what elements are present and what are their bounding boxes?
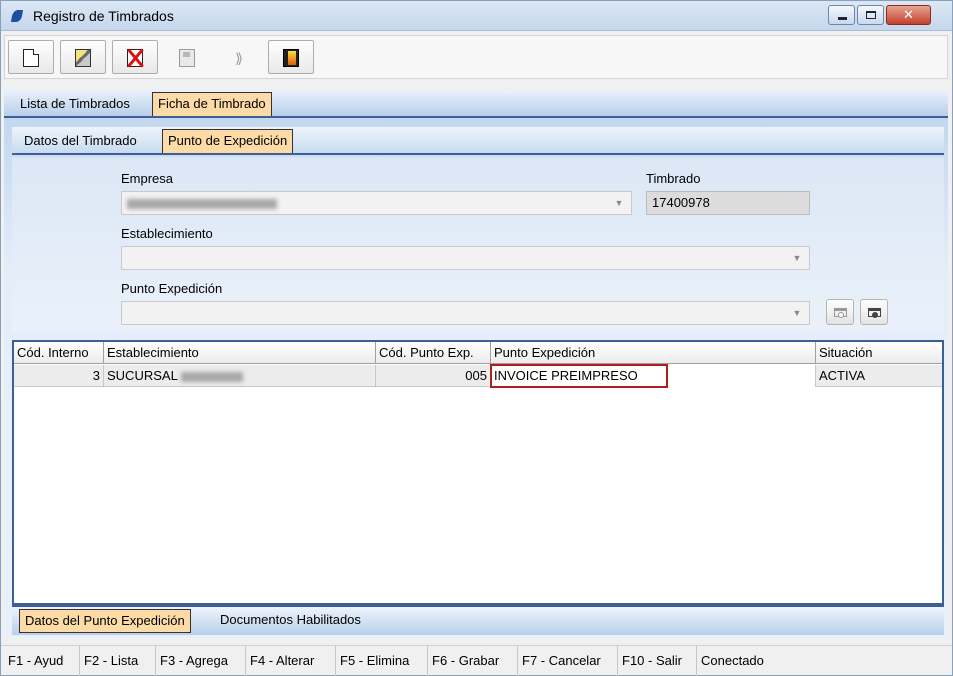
connection-status: Conectado <box>701 653 764 668</box>
tab-datos-del-timbrado[interactable]: Datos del Timbrado <box>18 129 143 153</box>
redacted-text <box>180 371 243 382</box>
empresa-value-redacted <box>127 195 277 210</box>
table-row[interactable]: 3 SUCURSAL 005 INVOICE PREIMPRESO ACTIVA <box>14 365 942 387</box>
exit-door-icon <box>283 49 299 67</box>
status-f1-ayuda[interactable]: F1 - Ayud <box>4 646 80 676</box>
punto-expedicion-select[interactable]: ▼ <box>121 301 810 325</box>
puntos-grid: Cód. Interno Establecimiento Cód. Punto … <box>12 340 944 605</box>
establecimiento-select[interactable]: ▼ <box>121 246 810 270</box>
punto-expedicion-label: Punto Expedición <box>121 281 223 296</box>
toolbar: ⟫ <box>4 35 948 79</box>
tab-datos-del-punto-expedicion[interactable]: Datos del Punto Expedición <box>19 609 191 633</box>
column-header-punto-expedicion[interactable]: Punto Expedición <box>491 342 816 364</box>
window-title: Registro de Timbrados <box>33 8 174 24</box>
remove-punto-button[interactable] <box>860 299 888 325</box>
cancel-button[interactable]: ⟫ <box>216 40 262 74</box>
status-f6-grabar[interactable]: F6 - Grabar <box>428 646 518 676</box>
close-icon: ✕ <box>903 7 914 22</box>
status-f3-agregar[interactable]: F3 - Agrega <box>156 646 246 676</box>
status-f10-salir[interactable]: F10 - Salir <box>618 646 697 676</box>
maximize-button[interactable] <box>857 5 884 25</box>
app-window: Registro de Timbrados ✕ ⟫ Lista de Timbr… <box>0 0 953 676</box>
new-button[interactable] <box>8 40 54 74</box>
save-icon <box>179 49 195 67</box>
empresa-label: Empresa <box>121 171 174 186</box>
cell-situacion: ACTIVA <box>819 368 865 383</box>
column-header-establecimiento[interactable]: Establecimiento <box>104 342 376 364</box>
chevron-down-icon: ▼ <box>614 198 624 208</box>
punto-expedicion-form: Empresa ▼ Timbrado 17400978 Establecimie… <box>12 157 944 331</box>
annotation-highlight-box <box>490 364 668 388</box>
grid-header: Cód. Interno Establecimiento Cód. Punto … <box>14 342 942 364</box>
status-f2-lista[interactable]: F2 - Lista <box>80 646 156 676</box>
tab-ficha-de-timbrado[interactable]: Ficha de Timbrado <box>152 92 272 116</box>
cell-cod-punto: 005 <box>376 365 491 387</box>
outer-tab-bar: Lista de Timbrados Ficha de Timbrado <box>4 90 948 118</box>
cancel-icon: ⟫ <box>235 50 243 66</box>
column-header-cod-punto-exp[interactable]: Cód. Punto Exp. <box>376 342 491 364</box>
close-button[interactable]: ✕ <box>886 5 931 25</box>
edit-document-icon <box>75 49 91 67</box>
inner-tab-bar: Datos del Timbrado Punto de Expedición <box>12 127 944 155</box>
status-f4-alterar[interactable]: F4 - Alterar <box>246 646 336 676</box>
delete-icon <box>127 49 143 67</box>
chevron-down-icon: ▼ <box>792 308 802 318</box>
empresa-select[interactable]: ▼ <box>121 191 632 215</box>
maximize-icon <box>866 11 876 19</box>
establecimiento-label: Establecimiento <box>121 226 213 241</box>
minimize-icon <box>838 17 847 20</box>
status-bar: F1 - Ayud F2 - Lista F3 - Agrega F4 - Al… <box>1 645 952 676</box>
add-circle-icon <box>838 312 844 318</box>
establecimiento-text: SUCURSAL <box>107 368 178 383</box>
timbrado-value: 17400978 <box>652 195 710 210</box>
exit-button[interactable] <box>268 40 314 74</box>
cell-establecimiento: SUCURSAL <box>104 365 376 387</box>
column-header-situacion[interactable]: Situación <box>816 342 942 364</box>
tab-lista-de-timbrados[interactable]: Lista de Timbrados <box>14 92 136 116</box>
edit-button[interactable] <box>60 40 106 74</box>
status-f5-eliminar[interactable]: F5 - Elimina <box>336 646 428 676</box>
new-document-icon <box>23 49 39 67</box>
app-logo-icon <box>10 10 24 22</box>
tab-documentos-habilitados[interactable]: Documentos Habilitados <box>215 609 366 633</box>
tab-punto-de-expedicion[interactable]: Punto de Expedición <box>162 129 294 153</box>
cell-cod-interno: 3 <box>14 365 104 387</box>
timbrado-label: Timbrado <box>646 171 701 186</box>
title-bar: Registro de Timbrados ✕ <box>1 1 952 31</box>
bottom-tab-bar: Datos del Punto Expedición Documentos Ha… <box>12 605 944 635</box>
add-punto-button[interactable] <box>826 299 854 325</box>
timbrado-field[interactable]: 17400978 <box>646 191 810 215</box>
ficha-content: Datos del Timbrado Punto de Expedición E… <box>4 118 948 638</box>
minimize-button[interactable] <box>828 5 855 25</box>
status-f7-cancelar[interactable]: F7 - Cancelar <box>518 646 618 676</box>
delete-button[interactable] <box>112 40 158 74</box>
column-header-cod-interno[interactable]: Cód. Interno <box>14 342 104 364</box>
chevron-down-icon: ▼ <box>792 253 802 263</box>
save-button[interactable] <box>164 40 210 74</box>
remove-circle-icon <box>872 312 878 318</box>
